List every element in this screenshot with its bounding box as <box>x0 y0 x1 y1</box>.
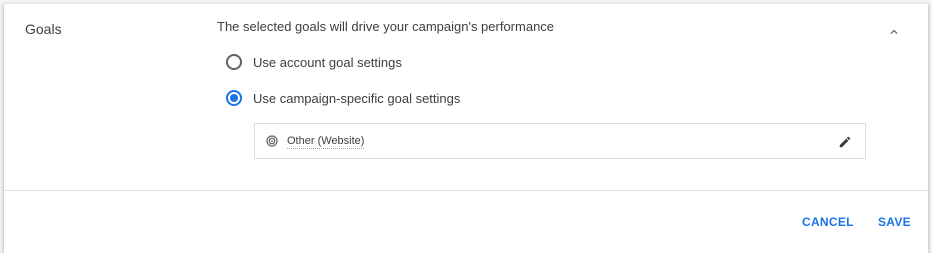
selected-goal-card: Other (Website) <box>254 123 866 159</box>
edit-goal-button[interactable] <box>835 132 855 152</box>
radio-button-checked[interactable] <box>226 90 242 106</box>
goal-name: Other (Website) <box>287 135 365 149</box>
save-button[interactable]: SAVE <box>878 215 911 229</box>
radio-label: Use account goal settings <box>253 54 402 70</box>
radio-selected-dot <box>230 94 238 102</box>
collapse-button[interactable] <box>882 20 906 44</box>
section-title: Goals <box>25 21 62 37</box>
goals-panel: Goals The selected goals will drive your… <box>4 4 928 253</box>
section-description: The selected goals will drive your campa… <box>217 19 555 34</box>
chevron-up-icon <box>890 29 898 34</box>
cancel-button[interactable]: CANCEL <box>802 215 854 229</box>
radio-label: Use campaign-specific goal settings <box>253 90 461 106</box>
pencil-icon <box>839 136 851 148</box>
radio-option-campaign-goals[interactable]: Use campaign-specific goal settings <box>226 88 460 108</box>
divider <box>4 190 928 191</box>
radio-option-account-goals[interactable]: Use account goal settings <box>226 52 402 72</box>
target-icon <box>266 135 278 147</box>
radio-button-unchecked[interactable] <box>226 54 242 70</box>
